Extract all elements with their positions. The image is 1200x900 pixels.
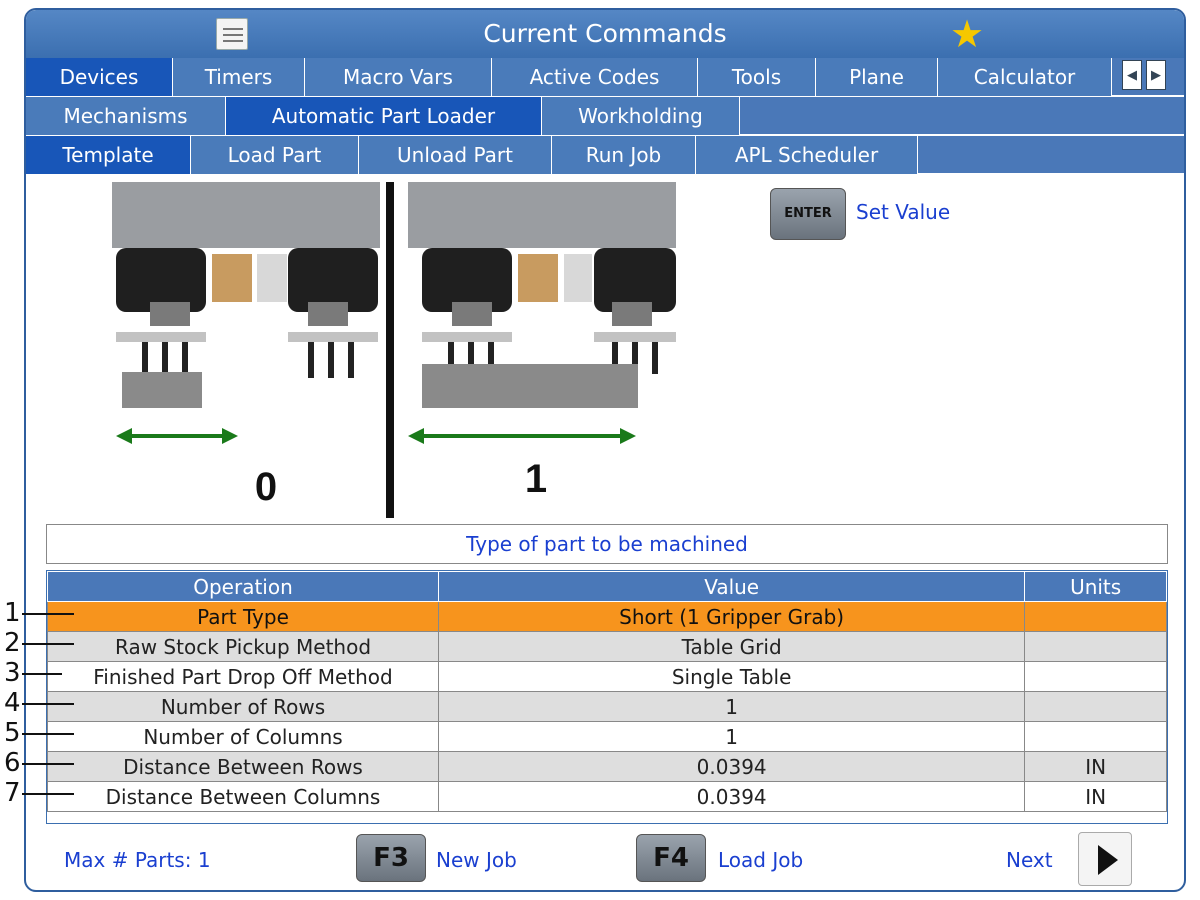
value-cell[interactable]: Short (1 Gripper Grab) [438,601,1026,632]
field-description: Type of part to be machined [46,524,1168,564]
table-row[interactable]: Finished Part Drop Off Method Single Tab… [46,661,1167,692]
value-cell[interactable]: Table Grid [438,631,1026,662]
column-header-value: Value [438,571,1026,602]
width-arrow-right [408,428,636,444]
column-header-units: Units [1024,571,1167,602]
tab-template[interactable]: Template [26,136,191,174]
gripper-assembly-left [116,248,378,408]
operation-cell: Number of Columns [46,721,440,752]
tab-workholding[interactable]: Workholding [542,97,740,135]
operation-cell: Distance Between Columns [46,781,440,812]
next-button[interactable] [1078,832,1132,886]
tab-calculator[interactable]: Calculator [938,58,1112,96]
callout-number: 2 [4,628,21,658]
tab-scroll-right-icon[interactable]: ▶ [1146,60,1166,90]
tab-scroll-left-icon[interactable]: ◀ [1122,60,1142,90]
column-header-operation: Operation [46,571,440,602]
tab-plane[interactable]: Plane [816,58,938,96]
callout-number: 5 [4,718,21,748]
table-row[interactable]: Number of Columns 1 [46,721,1167,752]
table-row[interactable]: Distance Between Rows 0.0394 IN [46,751,1167,782]
table-header-row: Operation Value Units [46,571,1167,602]
callout-number: 3 [4,658,21,688]
play-arrow-icon [1098,845,1118,875]
operation-cell: Distance Between Rows [46,751,440,782]
units-cell [1024,631,1167,662]
f3-key-button[interactable]: F3 [356,834,426,882]
tab-devices[interactable]: Devices [26,58,173,96]
tab-unload-part[interactable]: Unload Part [359,136,552,174]
hamburger-menu-icon[interactable] [216,18,248,50]
title-bar: Current Commands ★ [26,10,1184,58]
value-cell[interactable]: 1 [438,691,1026,722]
operation-cell: Finished Part Drop Off Method [46,661,440,692]
value-cell[interactable]: 0.0394 [438,781,1026,812]
template-table: Operation Value Units Part Type Short (1… [46,570,1168,824]
operation-cell: Raw Stock Pickup Method [46,631,440,662]
operation-cell: Number of Rows [46,691,440,722]
tab-active-codes[interactable]: Active Codes [492,58,698,96]
next-label: Next [1006,848,1053,872]
gripper-label-0: 0 [255,465,277,509]
callout-number: 4 [4,688,21,718]
max-parts-label: Max # Parts: 1 [64,848,211,872]
window-title: Current Commands [483,19,727,48]
tab-load-part[interactable]: Load Part [191,136,359,174]
units-cell [1024,721,1167,752]
width-arrow-left [116,428,238,444]
callout-number: 6 [4,748,21,778]
table-row[interactable]: Number of Rows 1 [46,691,1167,722]
f4-key-button[interactable]: F4 [636,834,706,882]
tab-row-tertiary: Template Load Part Unload Part Run Job A… [26,136,1184,174]
tab-timers[interactable]: Timers [173,58,305,96]
tab-apl-scheduler[interactable]: APL Scheduler [696,136,918,174]
units-cell: IN [1024,781,1167,812]
table-row[interactable]: Raw Stock Pickup Method Table Grid [46,631,1167,662]
table-row[interactable]: Distance Between Columns 0.0394 IN [46,781,1167,812]
load-job-label: Load Job [718,848,804,872]
divider-line [386,182,394,518]
gripper-illustration: 0 1 [112,182,676,518]
new-job-label: New Job [436,848,517,872]
callout-number: 1 [4,598,21,628]
set-value-label: Set Value [856,200,951,224]
current-commands-window: Current Commands ★ Devices Timers Macro … [24,8,1186,892]
star-icon[interactable]: ★ [950,12,984,56]
tab-row-primary: Devices Timers Macro Vars Active Codes T… [26,58,1184,96]
value-cell[interactable]: 0.0394 [438,751,1026,782]
gripper-assembly-right [422,248,676,408]
units-cell [1024,661,1167,692]
tab-run-job[interactable]: Run Job [552,136,696,174]
tab-row-secondary: Mechanisms Automatic Part Loader Workhol… [26,97,1184,135]
units-cell: IN [1024,751,1167,782]
enter-key-button[interactable]: ENTER [770,188,846,240]
gripper-label-1: 1 [525,457,547,501]
tab-macro-vars[interactable]: Macro Vars [305,58,492,96]
tab-mechanisms[interactable]: Mechanisms [26,97,226,135]
tab-automatic-part-loader[interactable]: Automatic Part Loader [226,97,542,135]
callout-number: 7 [4,778,21,808]
tab-tools[interactable]: Tools [698,58,816,96]
operation-cell: Part Type [46,601,440,632]
table-row[interactable]: Part Type Short (1 Gripper Grab) [46,601,1167,632]
units-cell [1024,601,1167,632]
units-cell [1024,691,1167,722]
value-cell[interactable]: Single Table [438,661,1026,692]
value-cell[interactable]: 1 [438,721,1026,752]
